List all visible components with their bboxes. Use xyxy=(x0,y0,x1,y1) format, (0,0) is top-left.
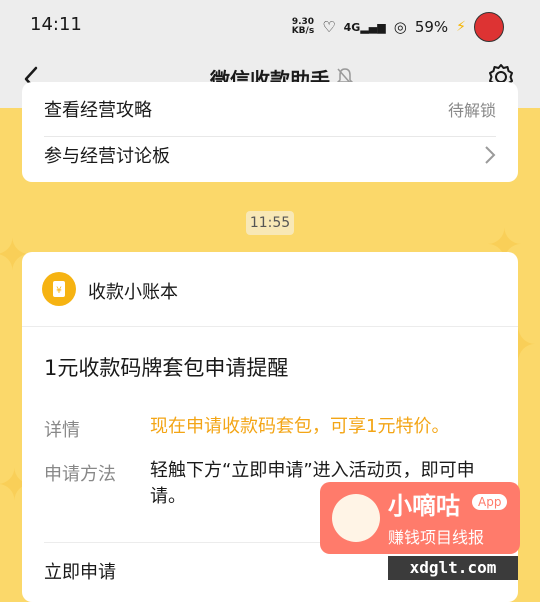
detail-value: 现在申请收款码套包，可享1元特价。 xyxy=(150,416,450,437)
battery-percent: 59% xyxy=(414,18,449,36)
avatar xyxy=(474,12,504,42)
heart-icon: ♡ xyxy=(322,18,336,36)
notice-title: 1元收款码牌套包申请提醒 xyxy=(44,356,289,380)
method-label: 申请方法 xyxy=(44,464,116,485)
wifi-icon: ◎ xyxy=(393,18,407,36)
menu-item-label: 查看经营攻略 xyxy=(44,100,152,121)
menu-card: 查看经营攻略 待解锁 参与经营讨论板 xyxy=(22,82,518,182)
message-timestamp: 11:55 xyxy=(246,211,294,235)
card-header-title: 收款小账本 xyxy=(88,282,178,303)
mascot-icon xyxy=(332,494,380,542)
watermark-logo: 小嘀咕 App 赚钱项目线报 xyxy=(320,482,520,554)
status-time: 14:11 xyxy=(30,14,82,35)
signal-icon: 4G▂▄▆ xyxy=(343,20,386,34)
status-bar: 14:11 9.30 KB/s ♡ 4G▂▄▆ ◎ 59% ⚡ xyxy=(0,0,540,52)
menu-item-value: 待解锁 xyxy=(447,101,496,120)
status-icons: 9.30 KB/s ♡ 4G▂▄▆ ◎ 59% ⚡ xyxy=(292,12,504,42)
watermark-url: xdglt.com xyxy=(388,556,518,580)
watermark-badge: App xyxy=(472,494,508,510)
speed-unit: KB/s xyxy=(291,26,315,36)
detail-label: 详情 xyxy=(44,420,80,441)
ledger-icon: ¥ xyxy=(42,272,76,306)
watermark-name: 小嘀咕 xyxy=(388,492,460,520)
menu-item-discussion-board[interactable]: 参与经营讨论板 xyxy=(44,128,496,182)
menu-item-label: 参与经营讨论板 xyxy=(44,146,170,167)
svg-text:¥: ¥ xyxy=(56,286,62,296)
network-speed: 9.30 KB/s xyxy=(292,18,314,36)
chevron-right-icon xyxy=(485,146,496,164)
charging-icon: ⚡ xyxy=(456,19,466,35)
apply-now-link[interactable]: 立即申请 xyxy=(44,558,116,584)
watermark-tagline: 赚钱项目线报 xyxy=(388,528,485,547)
card-header: ¥ 收款小账本 xyxy=(22,252,518,327)
